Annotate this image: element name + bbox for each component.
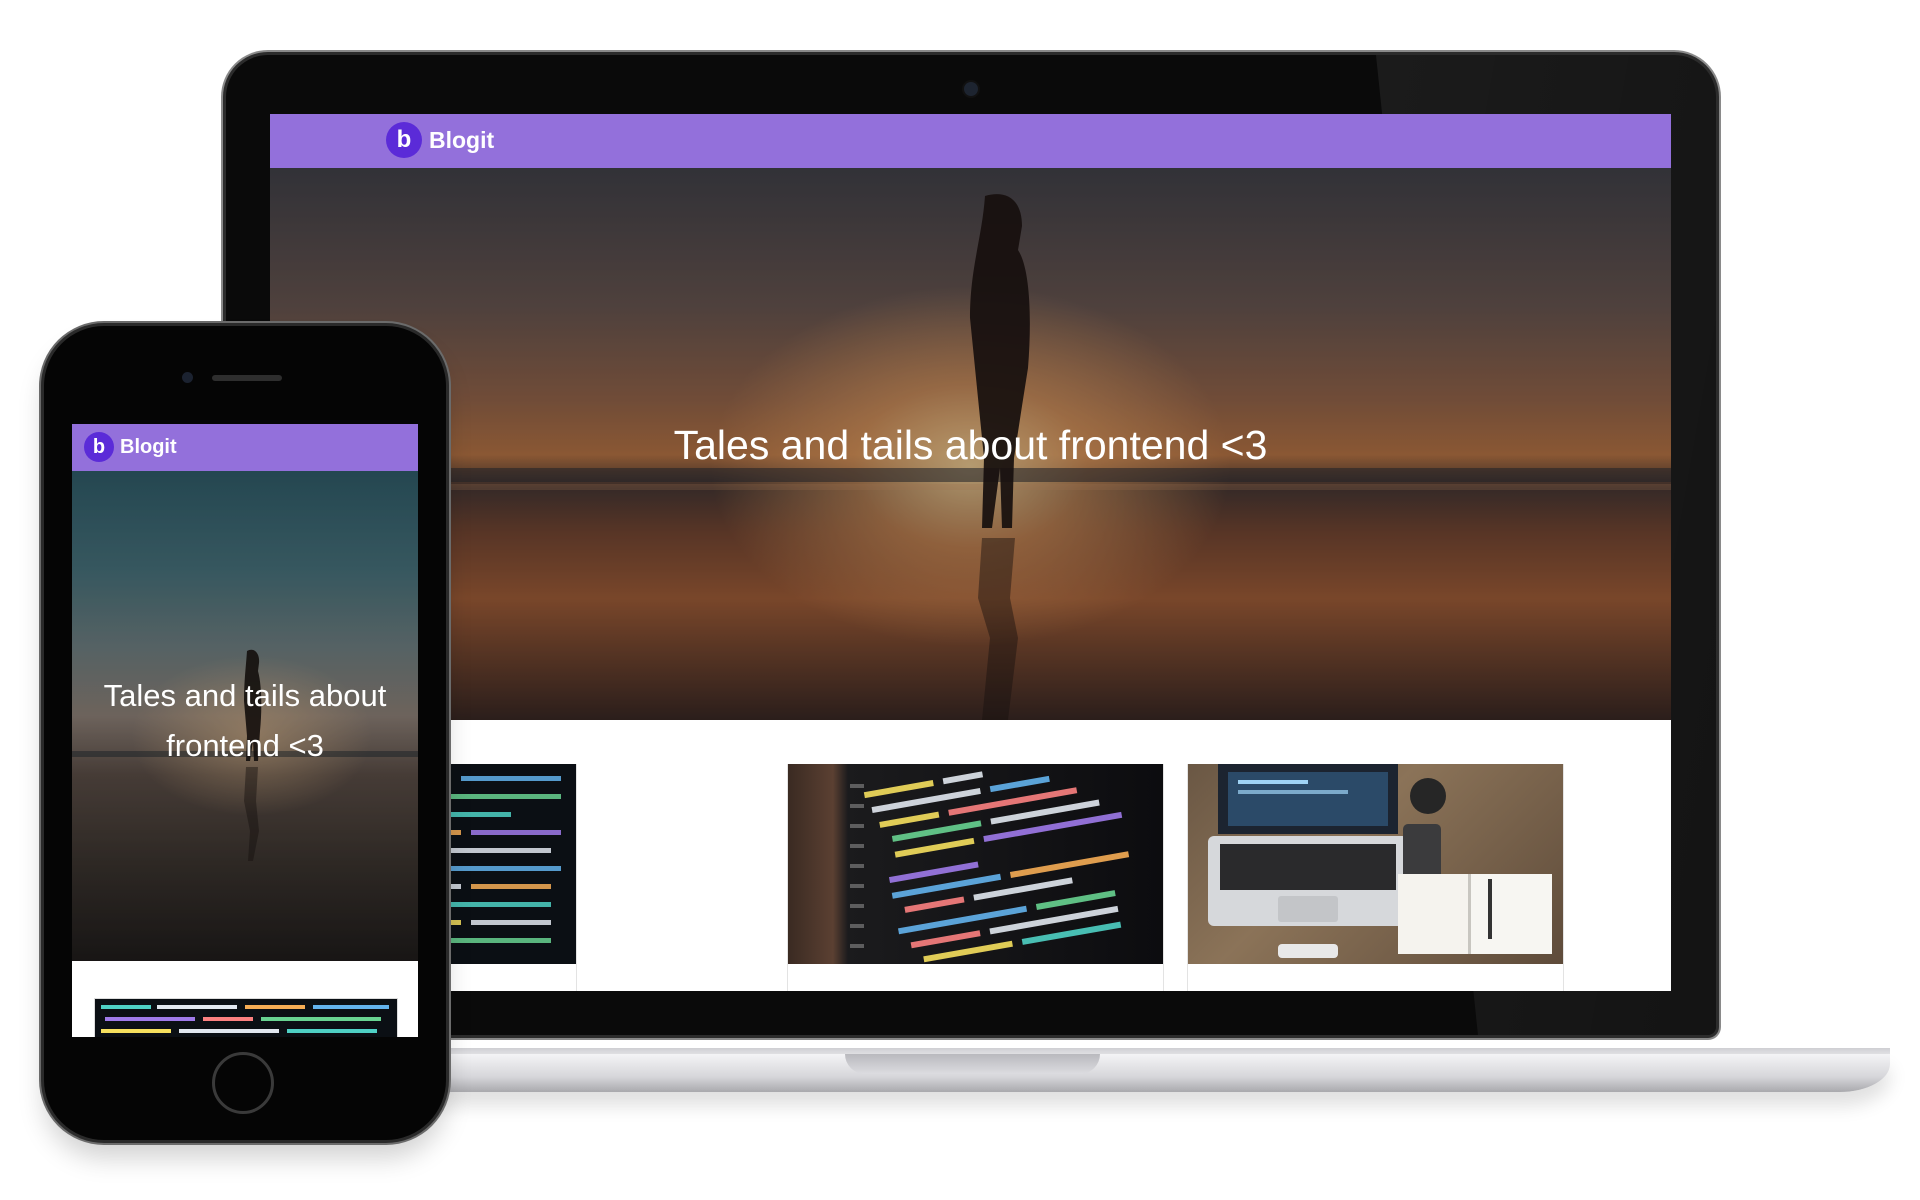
phone-speaker	[212, 375, 282, 381]
brand-logo-link[interactable]: b Blogit	[386, 122, 494, 158]
brand-name: Blogit	[429, 126, 495, 153]
hero-banner: Tales and tails about frontend <3	[270, 168, 1671, 720]
phone-home-button[interactable]	[212, 1052, 274, 1114]
mobile-brand-logo-link[interactable]: b Blogit	[84, 432, 177, 462]
laptop-notch	[845, 1054, 1100, 1074]
hero-title: Tales and tails about frontend <3	[673, 422, 1268, 468]
mobile-post-image	[101, 1005, 389, 1033]
mobile-post-card[interactable]	[94, 998, 398, 1037]
post-card[interactable]	[787, 764, 1164, 991]
navbar: b Blogit	[270, 114, 1671, 168]
mobile-brand-name: Blogit	[120, 435, 177, 458]
code-texture	[850, 771, 1130, 963]
mobile-brand-logo-icon: b	[84, 432, 114, 462]
laptop-camera-icon	[964, 82, 978, 96]
brand-logo-icon: b	[386, 122, 422, 158]
post-card[interactable]	[1187, 764, 1564, 991]
phone-screen: b Blogit Tales and tails about frontend …	[72, 424, 418, 1037]
mobile-hero-title: Tales and tails about frontend <3	[103, 678, 387, 763]
mobile-navbar: b Blogit	[72, 424, 418, 471]
phone-camera-icon	[182, 372, 193, 383]
post-grid	[270, 764, 1671, 991]
post-image	[788, 764, 1163, 964]
laptop-desk-illustration	[1208, 764, 1552, 958]
post-image	[1188, 764, 1563, 964]
mobile-hero-banner: Tales and tails about frontend <3	[72, 471, 418, 961]
laptop-screen: b Blogit Tales and tails about frontend …	[270, 114, 1671, 991]
